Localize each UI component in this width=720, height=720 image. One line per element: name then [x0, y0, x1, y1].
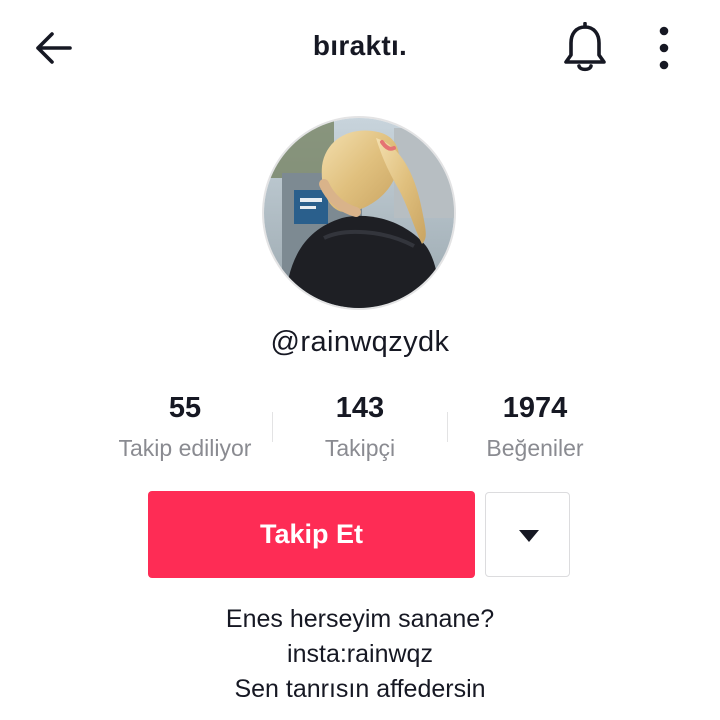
likes-label: Beğeniler: [486, 435, 584, 461]
avatar[interactable]: [264, 118, 454, 308]
likes-count: 1974: [502, 392, 568, 424]
bio-line: insta:rainwqz: [287, 640, 433, 668]
more-vertical-icon: [659, 26, 669, 70]
notification-bell-button[interactable]: [560, 21, 610, 74]
bio-line: Enes herseyim sanane?: [225, 605, 495, 633]
page-title: bıraktı.: [312, 30, 408, 61]
top-bar: bıraktı.: [0, 0, 720, 96]
bell-icon: [564, 21, 606, 72]
bio-line: Sen tanrısın affedersin: [234, 675, 486, 703]
caret-down-icon: [519, 530, 539, 542]
avatar-photo: [264, 118, 454, 308]
stat-followers[interactable]: 143 Takipçi: [270, 388, 450, 464]
stat-following[interactable]: 55 Takip ediliyor: [95, 388, 275, 464]
following-label: Takip ediliyor: [118, 435, 252, 461]
follow-button[interactable]: Takip Et: [148, 491, 475, 578]
followers-count: 143: [335, 392, 385, 424]
stat-likes[interactable]: 1974 Beğeniler: [445, 388, 625, 464]
following-count: 55: [168, 392, 202, 424]
more-options-button[interactable]: [646, 24, 682, 72]
username: @rainwqzydk: [270, 326, 450, 358]
bio: Enes herseyim sanane? insta:rainwqz Sen …: [0, 602, 720, 707]
followers-label: Takipçi: [324, 435, 396, 461]
suggested-accounts-dropdown-button[interactable]: [485, 492, 570, 577]
